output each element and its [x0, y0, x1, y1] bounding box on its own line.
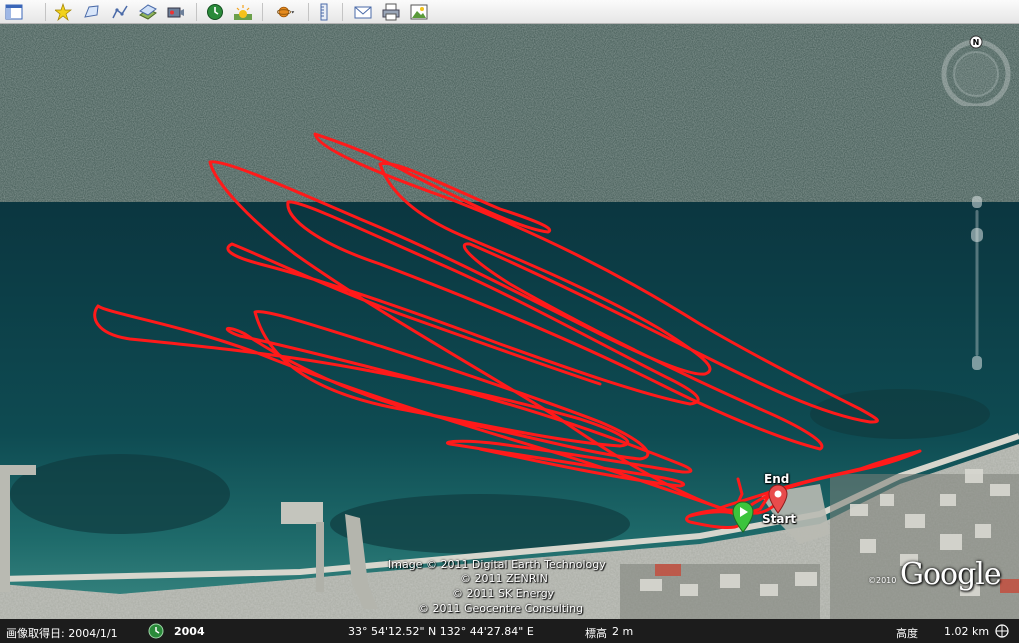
elevation-value: 2 m	[612, 625, 634, 638]
sidebar-toggle-button[interactable]	[4, 2, 24, 21]
record-tour-icon	[167, 7, 184, 17]
streaming-indicator-icon	[995, 624, 1009, 638]
credit-line: © 2011 Geocentre Consulting	[418, 602, 584, 615]
elevation-label: 標高	[585, 627, 607, 640]
credit-line: © 2011 ZENRIN	[460, 572, 548, 585]
zoom-thumb[interactable]	[971, 228, 983, 242]
planet-icon	[277, 6, 295, 17]
pointer-coordinates: 33° 54'12.52" N 132° 44'27.84" E	[348, 625, 534, 638]
timeline-year: 2004	[174, 625, 205, 638]
logo-year: ©2010	[868, 576, 897, 585]
sidebar-icon	[5, 4, 23, 19]
compass-control[interactable]: N	[940, 34, 1012, 106]
save-image-button[interactable]	[409, 2, 429, 21]
track-path	[93, 132, 922, 529]
imagery-date: 画像取得日: 2004/1/1	[6, 627, 118, 640]
add-image-overlay-button[interactable]	[138, 2, 158, 21]
end-pin-icon[interactable]	[768, 484, 788, 514]
email-button[interactable]	[353, 2, 373, 21]
sun-icon	[234, 4, 252, 20]
google-logo: Google	[900, 557, 1002, 592]
print-button[interactable]	[381, 2, 401, 21]
gps-track	[93, 132, 922, 529]
toolbar	[0, 0, 1019, 24]
polygon-icon	[84, 4, 99, 18]
path-icon	[112, 5, 128, 18]
eye-altitude-value: 1.02 km	[944, 625, 990, 638]
historical-imagery-button[interactable]	[205, 2, 225, 21]
ruler-icon	[320, 3, 328, 20]
record-tour-button[interactable]	[166, 2, 186, 21]
switch-planet-button[interactable]	[273, 2, 299, 21]
image-overlay-icon	[139, 3, 157, 20]
map-view[interactable]: Start End N Image © 2011 Digital Earth T…	[0, 24, 1019, 619]
compass-north-label: N	[973, 38, 980, 47]
eye-altitude-label: 高度	[896, 627, 918, 640]
sunlight-button[interactable]	[233, 2, 253, 21]
start-label: Start	[762, 512, 797, 526]
email-icon	[354, 6, 372, 18]
end-label: End	[764, 472, 790, 486]
add-path-button[interactable]	[110, 2, 130, 21]
zoom-out-icon[interactable]	[972, 356, 982, 370]
save-image-icon	[410, 4, 428, 19]
add-polygon-button[interactable]	[82, 2, 102, 21]
clock-icon[interactable]	[148, 623, 164, 639]
add-placemark-button[interactable]	[54, 2, 74, 21]
credit-line: Image © 2011 Digital Earth Technology	[388, 558, 606, 571]
start-pin-icon[interactable]	[732, 501, 754, 533]
placemark-icon	[55, 2, 72, 21]
ruler-button[interactable]	[314, 2, 334, 21]
zoom-slider[interactable]	[968, 196, 986, 376]
print-icon	[382, 3, 400, 20]
clock-icon	[207, 3, 223, 20]
status-bar: 画像取得日: 2004/1/1 2004 33° 54'12.52" N 132…	[0, 619, 1019, 643]
credit-line: © 2011 SK Energy	[452, 587, 555, 600]
zoom-in-icon[interactable]	[972, 196, 982, 208]
